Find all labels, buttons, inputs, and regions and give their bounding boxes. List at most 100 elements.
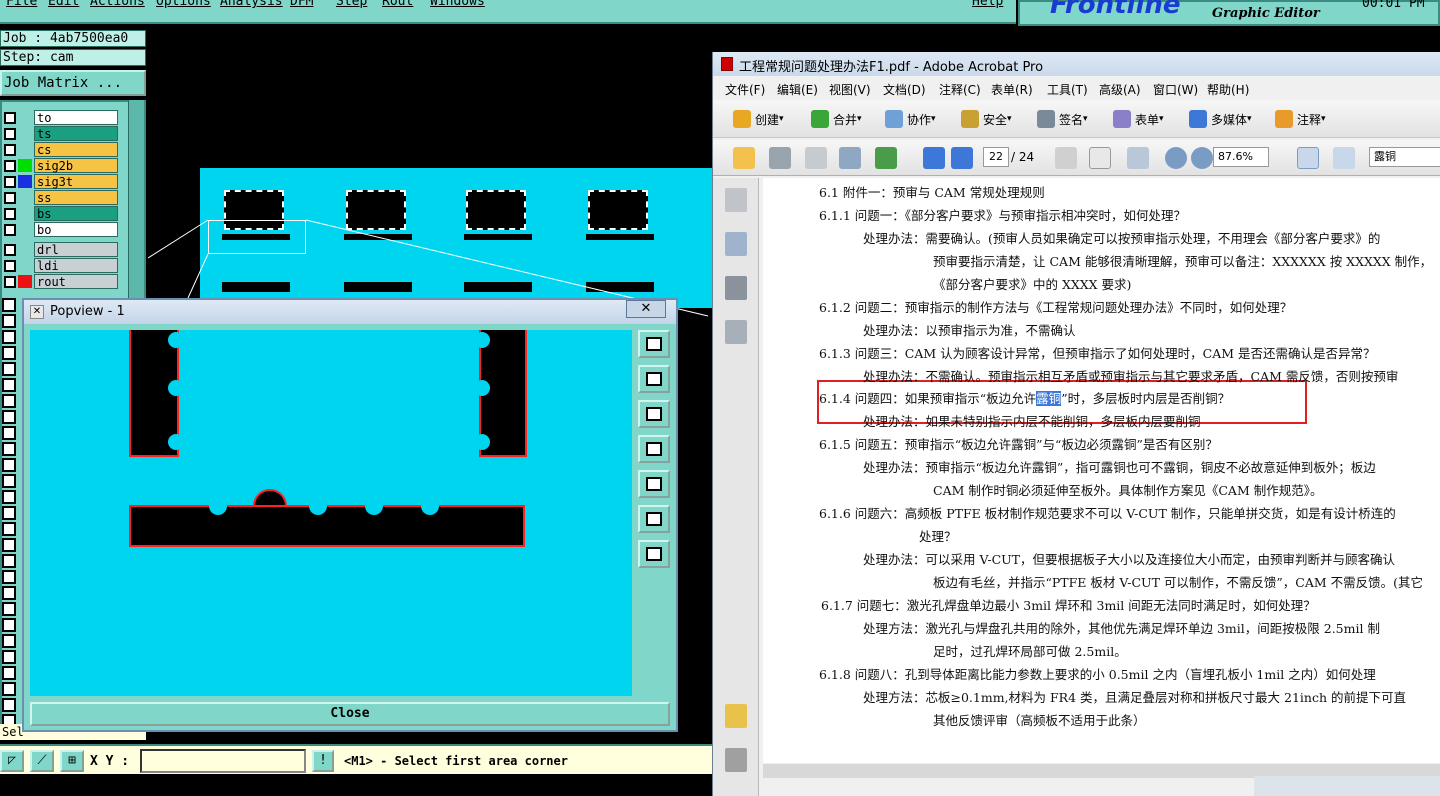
- layer-checkbox[interactable]: [4, 244, 16, 256]
- menu-rout[interactable]: Rout: [382, 0, 413, 9]
- layer-checkbox[interactable]: [2, 330, 16, 344]
- layer-row[interactable]: bo: [2, 222, 120, 237]
- layer-row[interactable]: ts: [2, 126, 120, 141]
- open-folder-icon[interactable]: [733, 147, 755, 169]
- acrobat-menu-item[interactable]: 文档(D): [883, 81, 926, 98]
- toolbar-button[interactable]: 签名 ▾: [1037, 108, 1088, 130]
- acrobat-titlebar[interactable]: 工程常规问题处理办法F1.pdf - Adobe Acrobat Pro: [713, 52, 1440, 76]
- layer-checkbox[interactable]: [2, 474, 16, 488]
- toolbar-button[interactable]: 安全 ▾: [961, 108, 1012, 130]
- layer-checkbox[interactable]: [2, 554, 16, 568]
- menu-actions[interactable]: Actions: [90, 0, 145, 9]
- layer-name[interactable]: ldi: [34, 258, 118, 273]
- layer-checkbox[interactable]: [2, 490, 16, 504]
- menu-dfm[interactable]: DFM: [290, 0, 313, 9]
- layer-row[interactable]: cs: [2, 142, 120, 157]
- layer-checkbox[interactable]: [2, 586, 16, 600]
- email-icon[interactable]: [839, 147, 861, 169]
- signatures-icon[interactable]: [725, 320, 747, 344]
- acrobat-menu-item[interactable]: 编辑(E): [777, 81, 818, 98]
- toolbar-button[interactable]: 协作 ▾: [885, 108, 936, 130]
- zoom-down-icon[interactable]: [638, 400, 670, 428]
- layer-name[interactable]: rout: [34, 274, 118, 289]
- layer-name[interactable]: drl: [34, 242, 118, 257]
- zoom-up-icon[interactable]: [638, 365, 670, 393]
- toolbar-button[interactable]: 表单 ▾: [1113, 108, 1164, 130]
- toolbar-button[interactable]: 创建 ▾: [733, 108, 784, 130]
- layer-checkbox[interactable]: [2, 442, 16, 456]
- acrobat-menu-item[interactable]: 表单(R): [991, 81, 1033, 98]
- menu-step[interactable]: Step: [336, 0, 367, 9]
- job-matrix-button[interactable]: Job Matrix ...: [0, 70, 146, 96]
- comments-icon[interactable]: [725, 704, 747, 728]
- popview-close-icon[interactable]: ✕: [626, 300, 666, 318]
- layer-checkbox[interactable]: [4, 160, 16, 172]
- layer-row[interactable]: drl: [2, 242, 120, 257]
- layer-checkbox[interactable]: [4, 176, 16, 188]
- acrobat-menu-item[interactable]: 工具(T): [1047, 81, 1088, 98]
- layer-checkbox[interactable]: [4, 192, 16, 204]
- layer-row[interactable]: ss: [2, 190, 120, 205]
- layer-color-swatch[interactable]: [18, 275, 32, 288]
- popview-titlebar[interactable]: ✕ Popview - 1 ✕: [24, 300, 676, 324]
- layer-name[interactable]: bs: [34, 206, 118, 221]
- layer-name[interactable]: ss: [34, 190, 118, 205]
- pan-left-icon[interactable]: [638, 435, 670, 463]
- menu-file[interactable]: File: [6, 0, 37, 9]
- pages-icon[interactable]: [725, 188, 747, 212]
- layer-checkbox[interactable]: [2, 362, 16, 376]
- zoom-center-icon[interactable]: [638, 540, 670, 568]
- zoom-in-icon[interactable]: [1191, 147, 1213, 169]
- layer-name[interactable]: sig2b: [34, 158, 118, 173]
- menu-windows[interactable]: Windows: [430, 0, 485, 9]
- bookmarks-icon[interactable]: [725, 232, 747, 256]
- layer-checkbox[interactable]: [4, 208, 16, 220]
- layer-checkbox[interactable]: [2, 682, 16, 696]
- layer-checkbox[interactable]: [2, 314, 16, 328]
- hand-tool-icon[interactable]: [1089, 147, 1111, 169]
- layer-checkbox[interactable]: [2, 426, 16, 440]
- save-icon[interactable]: [805, 147, 827, 169]
- layer-checkbox[interactable]: [4, 276, 16, 288]
- layer-checkbox[interactable]: [2, 570, 16, 584]
- layer-checkbox[interactable]: [4, 224, 16, 236]
- acrobat-menu-item[interactable]: 注释(C): [939, 81, 981, 98]
- fit-page-icon[interactable]: [1297, 147, 1319, 169]
- web-icon[interactable]: [875, 147, 897, 169]
- layer-checkbox[interactable]: [2, 522, 16, 536]
- toolbar-button[interactable]: 多媒体 ▾: [1189, 108, 1252, 130]
- xy-input[interactable]: [140, 749, 306, 773]
- layer-checkbox[interactable]: [4, 144, 16, 156]
- layer-checkbox[interactable]: [2, 602, 16, 616]
- layer-checkbox[interactable]: [2, 650, 16, 664]
- find-input[interactable]: 露铜: [1369, 147, 1440, 167]
- layer-row[interactable]: sig3t: [2, 174, 120, 189]
- zoom-home-icon[interactable]: [638, 330, 670, 358]
- toolbar-button[interactable]: 注释 ▾: [1275, 108, 1326, 130]
- layer-name[interactable]: to: [34, 110, 118, 125]
- menu-options[interactable]: Options: [156, 0, 211, 9]
- zoom-level-input[interactable]: 87.6%: [1213, 147, 1269, 167]
- layer-name[interactable]: bo: [34, 222, 118, 237]
- layer-checkbox[interactable]: [2, 698, 16, 712]
- layer-checkbox[interactable]: [2, 394, 16, 408]
- acrobat-menu-item[interactable]: 帮助(H): [1207, 81, 1249, 98]
- page-up-icon[interactable]: [923, 147, 945, 169]
- acrobat-menu-item[interactable]: 高级(A): [1099, 81, 1141, 98]
- select-text-icon[interactable]: [1055, 147, 1077, 169]
- layer-checkbox[interactable]: [2, 298, 16, 312]
- layer-checkbox[interactable]: [2, 618, 16, 632]
- menu-analysis[interactable]: Analysis: [220, 0, 283, 9]
- layer-checkbox[interactable]: [2, 506, 16, 520]
- attachments-icon[interactable]: [725, 748, 747, 772]
- layer-row[interactable]: bs: [2, 206, 120, 221]
- pdf-document-page[interactable]: 6.1 附件一：预审与 CAM 常规处理规则 6.1.1 问题一：《部分客户要求》…: [763, 178, 1440, 763]
- layer-name[interactable]: cs: [34, 142, 118, 157]
- layer-checkbox[interactable]: [4, 112, 16, 124]
- layer-row[interactable]: ldi: [2, 258, 120, 273]
- layer-row[interactable]: to: [2, 110, 120, 125]
- layer-color-swatch[interactable]: [18, 159, 32, 172]
- grid-tool-icon[interactable]: ⊞: [60, 750, 84, 772]
- layer-checkbox[interactable]: [4, 128, 16, 140]
- layer-checkbox[interactable]: [2, 634, 16, 648]
